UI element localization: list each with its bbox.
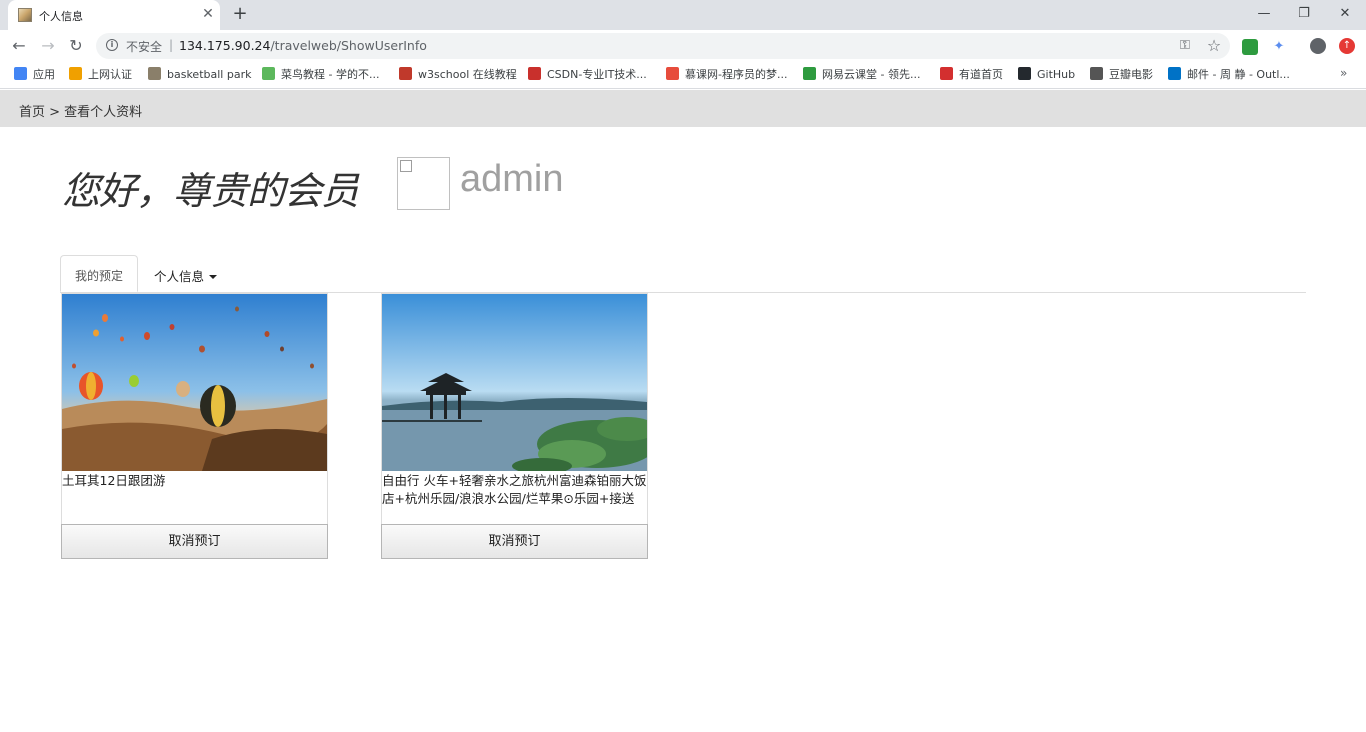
bookmark-item[interactable]: basketball park <box>148 67 251 83</box>
bookmark-item[interactable]: 有道首页 <box>940 67 1003 83</box>
bookmark-label: 应用 <box>33 68 55 81</box>
breadcrumb[interactable]: 首页 > 查看个人资料 <box>19 101 142 120</box>
tab-title: 个人信息 <box>39 10 83 23</box>
browser-tab[interactable]: 个人信息 ✕ <box>8 0 220 30</box>
close-window-button[interactable]: ✕ <box>1333 4 1357 24</box>
west-lake-pavilion-photo <box>382 294 647 471</box>
back-arrow-icon[interactable]: ← <box>8 35 30 57</box>
url-path: /travelweb/ShowUserInfo <box>270 38 427 53</box>
profile-tabs: 我的预定 个人信息 <box>60 255 1306 293</box>
cancel-booking-button[interactable]: 取消预订 <box>61 524 328 559</box>
bookmark-label: 网易云课堂 - 领先... <box>822 68 921 81</box>
info-icon[interactable]: i <box>106 39 118 51</box>
avatar <box>397 157 450 210</box>
bookmarks-bar: » 应用 上网认证 basketball park 菜鸟教程 - 学的不... w3sc… <box>0 62 1366 89</box>
bookmark-item[interactable]: 网易云课堂 - 领先... <box>803 67 920 83</box>
url-host: 134.175.90.24 <box>179 38 271 53</box>
browser-toolbar: ← → ↻ i 不安全 | 134.175.90.24/travelweb/Sh… <box>0 30 1366 62</box>
username: admin <box>460 158 564 200</box>
minimize-button[interactable]: — <box>1252 4 1276 24</box>
netease-icon <box>803 67 816 80</box>
tab-favicon-icon <box>18 8 32 22</box>
bookmark-label: 菜鸟教程 - 学的不... <box>281 68 380 81</box>
maximize-button[interactable]: ❐ <box>1292 4 1316 24</box>
github-icon <box>1018 67 1031 80</box>
bookmark-label: GitHub <box>1037 68 1076 81</box>
bookmark-item[interactable]: 豆瓣电影 <box>1090 67 1153 83</box>
extension-green-icon[interactable] <box>1242 39 1258 55</box>
w3school-icon <box>399 67 412 80</box>
booking-title[interactable]: 土耳其12日跟团游 <box>62 472 327 490</box>
broken-image-icon <box>400 160 412 172</box>
hot-air-balloons-photo <box>62 294 327 471</box>
flame-icon <box>666 67 679 80</box>
caret-down-icon <box>209 275 218 279</box>
new-tab-button[interactable]: + <box>230 4 250 24</box>
cancel-booking-button[interactable]: 取消预订 <box>381 524 648 559</box>
booking-image-balloons[interactable] <box>62 294 327 471</box>
bookmark-item[interactable]: 慕课网-程序员的梦... <box>666 67 787 83</box>
security-label[interactable]: 不安全 <box>126 38 162 55</box>
booking-card: 自由行 火车+轻奢亲水之旅杭州富迪森铂丽大饭店+杭州乐园/浪浪水公园/烂苹果⊙乐… <box>381 293 648 559</box>
bookmarks-more-icon[interactable]: » <box>1340 66 1347 80</box>
bookmark-label: 豆瓣电影 <box>1109 68 1153 81</box>
ep-icon <box>69 67 82 80</box>
bookmark-item[interactable]: 应用 <box>14 67 55 83</box>
outlook-icon <box>1168 67 1181 80</box>
profile-icon[interactable] <box>1310 38 1326 54</box>
greeting-heading: 您好，尊贵的会员 <box>62 169 359 213</box>
bookmark-label: w3school 在线教程 <box>418 68 517 81</box>
star-icon[interactable]: ☆ <box>1204 36 1224 56</box>
bookmark-label: 有道首页 <box>959 68 1003 81</box>
bookmark-label: CSDN-专业IT技术... <box>547 68 647 81</box>
tab-personal-info-label: 个人信息 <box>154 269 205 284</box>
youdao-icon <box>940 67 953 80</box>
reload-icon[interactable]: ↻ <box>65 35 87 57</box>
url-text[interactable]: 134.175.90.24/travelweb/ShowUserInfo <box>179 38 427 53</box>
bookmark-label: basketball park <box>167 68 252 81</box>
booking-image-westlake[interactable] <box>382 294 647 471</box>
image-icon <box>148 67 161 80</box>
bookmark-item[interactable]: CSDN-专业IT技术... <box>528 67 647 83</box>
breadcrumb-bar: 首页 > 查看个人资料 <box>0 90 1366 127</box>
browser-tabstrip: 个人信息 ✕ + — ❐ ✕ <box>0 0 1366 30</box>
extension-bird-icon[interactable]: ✦ <box>1271 39 1287 55</box>
bookmark-item[interactable]: w3school 在线教程 <box>399 67 517 83</box>
address-bar[interactable]: i 不安全 | 134.175.90.24/travelweb/ShowUser… <box>96 33 1230 59</box>
bookmark-item[interactable]: 邮件 - 周 静 - Outl... <box>1168 67 1290 83</box>
globe-icon <box>1090 67 1103 80</box>
forward-arrow-icon[interactable]: → <box>37 35 59 57</box>
bookmark-item[interactable]: 菜鸟教程 - 学的不... <box>262 67 379 83</box>
bookmark-label: 上网认证 <box>88 68 132 81</box>
booking-card: 土耳其12日跟团游 取消预订 <box>61 293 328 559</box>
update-icon[interactable]: ↑ <box>1339 38 1355 54</box>
tab-my-bookings-label: 我的预定 <box>75 269 124 283</box>
tab-close-icon[interactable]: ✕ <box>200 6 216 22</box>
booking-title[interactable]: 自由行 火车+轻奢亲水之旅杭州富迪森铂丽大饭店+杭州乐园/浪浪水公园/烂苹果⊙乐… <box>382 472 647 508</box>
csdn-icon <box>528 67 541 80</box>
bookmark-item[interactable]: 上网认证 <box>69 67 132 83</box>
bookmark-item[interactable]: GitHub <box>1018 67 1075 83</box>
bookmark-label: 慕课网-程序员的梦... <box>685 68 788 81</box>
key-icon[interactable]: ⚿ <box>1176 37 1194 55</box>
runoob-icon <box>262 67 275 80</box>
tab-personal-info-dropdown[interactable]: 个人信息 <box>154 266 218 285</box>
bookmark-label: 邮件 - 周 静 - Outl... <box>1187 68 1290 81</box>
tab-my-bookings[interactable]: 我的预定 <box>60 255 138 292</box>
address-separator: | <box>169 38 174 52</box>
apps-grid-icon <box>14 67 27 80</box>
